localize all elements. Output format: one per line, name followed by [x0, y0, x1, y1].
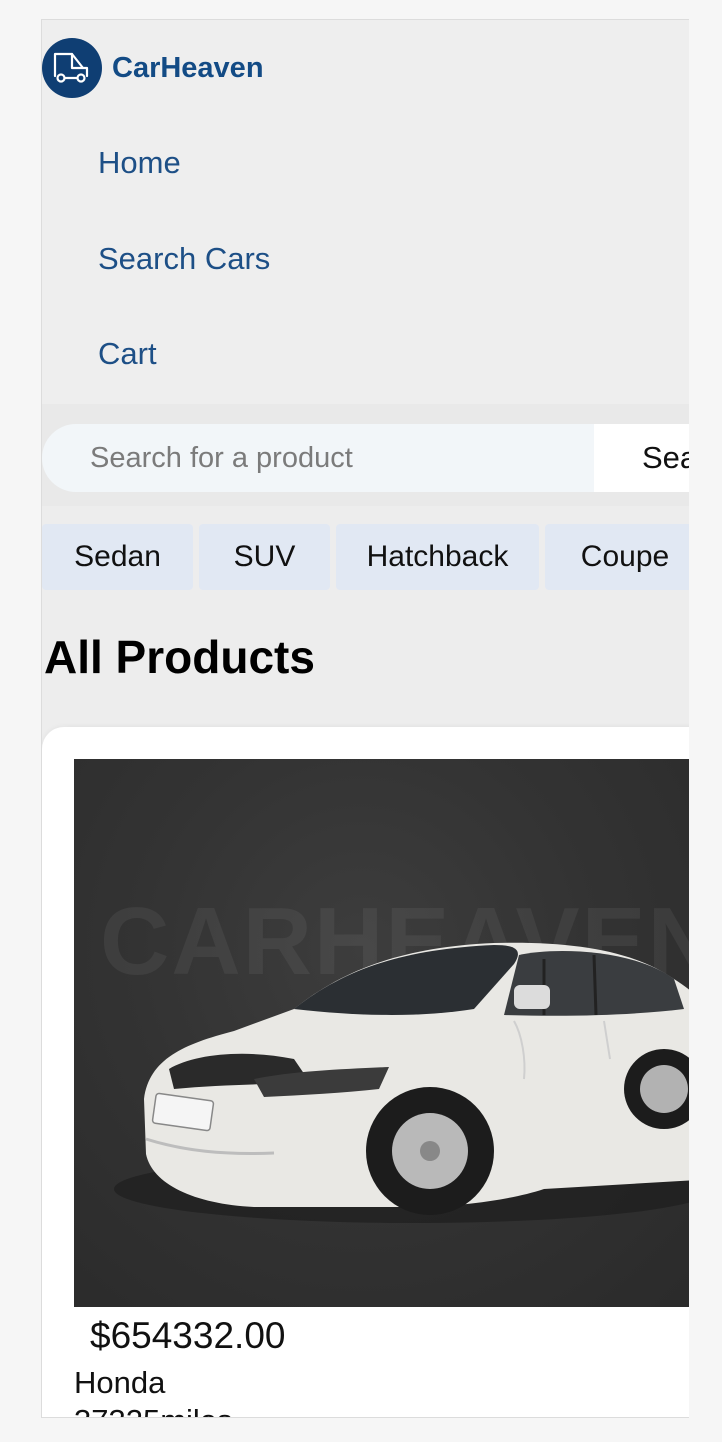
- search-input[interactable]: [42, 424, 594, 492]
- app-viewport: CarHeaven Home Search Cars Cart Search S…: [41, 19, 689, 1418]
- nav-cart[interactable]: Cart: [98, 306, 270, 401]
- main-nav: Home Search Cars Cart: [98, 116, 270, 401]
- category-hatchback[interactable]: Hatchback: [336, 524, 539, 590]
- category-coupe[interactable]: Coupe: [545, 524, 689, 590]
- site-header: CarHeaven Home Search Cars Cart: [42, 20, 689, 404]
- nav-search-cars[interactable]: Search Cars: [98, 211, 270, 306]
- car-photo-illustration: [114, 942, 689, 1223]
- search-button[interactable]: Search: [594, 424, 689, 492]
- product-mileage: 37325miles: [74, 1403, 233, 1417]
- category-filters: Sedan SUV Hatchback Coupe: [42, 524, 689, 590]
- search-bar: Search: [42, 404, 689, 506]
- product-make: Honda: [74, 1365, 166, 1400]
- page-title: All Products: [44, 631, 315, 683]
- category-sedan[interactable]: Sedan: [42, 524, 193, 590]
- brand-name: CarHeaven: [112, 51, 264, 84]
- product-price: $654332.00: [90, 1315, 286, 1356]
- product-image[interactable]: CARHEAVEN: [74, 759, 689, 1307]
- car-logo-icon: [42, 38, 102, 98]
- brand[interactable]: CarHeaven: [42, 38, 264, 98]
- category-suv[interactable]: SUV: [199, 524, 330, 590]
- product-card[interactable]: CARHEAVEN $654332.00 Honda: [42, 727, 689, 1417]
- nav-home[interactable]: Home: [98, 115, 270, 211]
